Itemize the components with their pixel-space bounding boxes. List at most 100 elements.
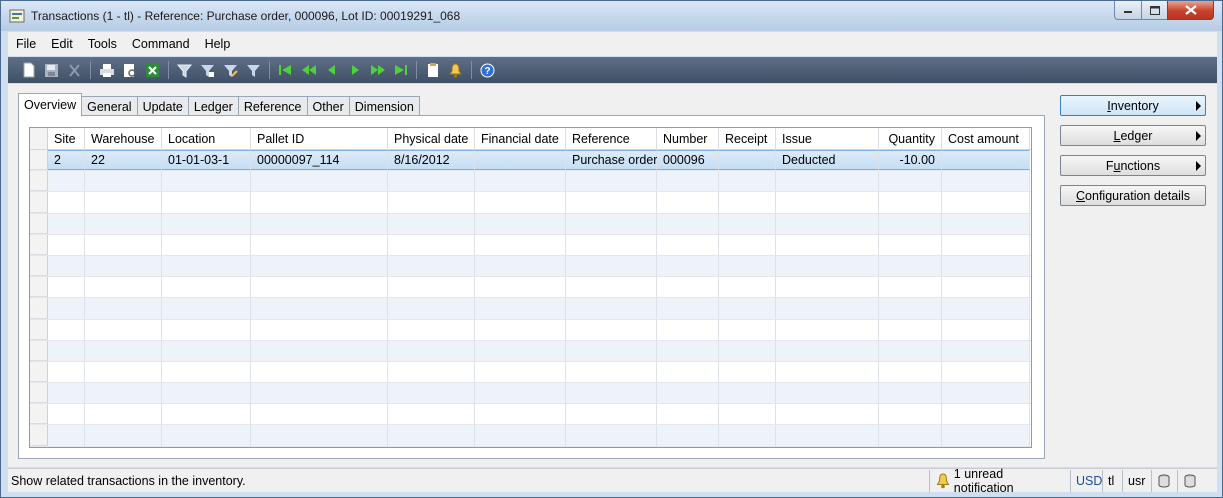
cell-warehouse[interactable] bbox=[85, 213, 162, 234]
cell-financial-date[interactable] bbox=[475, 192, 566, 213]
cell-receipt[interactable] bbox=[719, 404, 776, 425]
cell-location[interactable]: 01-01-03-1 bbox=[162, 150, 251, 171]
cell-site[interactable] bbox=[48, 234, 85, 255]
column-header-cost-amount[interactable]: Cost amount bbox=[942, 128, 1030, 150]
cell-cost-amount[interactable] bbox=[942, 404, 1030, 425]
row-selector[interactable] bbox=[30, 277, 48, 298]
row-selector[interactable] bbox=[30, 383, 48, 404]
table-row[interactable] bbox=[30, 361, 1031, 384]
cell-financial-date[interactable] bbox=[475, 361, 566, 383]
cell-quantity[interactable] bbox=[879, 361, 942, 383]
cell-physical-date[interactable] bbox=[388, 277, 475, 298]
cell-warehouse[interactable] bbox=[85, 383, 162, 404]
cell-receipt[interactable] bbox=[719, 234, 776, 255]
cell-physical-date[interactable] bbox=[388, 213, 475, 234]
table-row[interactable] bbox=[30, 171, 1031, 193]
cell-quantity[interactable] bbox=[879, 234, 942, 255]
cell-site[interactable] bbox=[48, 171, 85, 192]
menu-tools[interactable]: Tools bbox=[88, 37, 117, 51]
cell-number[interactable] bbox=[657, 234, 719, 255]
cell-warehouse[interactable] bbox=[85, 171, 162, 192]
title-bar[interactable]: Transactions (1 - tl) - Reference: Purch… bbox=[1, 1, 1222, 31]
row-selector[interactable] bbox=[30, 255, 48, 277]
filter-icon[interactable] bbox=[174, 60, 195, 80]
cell-location[interactable] bbox=[162, 361, 251, 383]
print-icon[interactable] bbox=[96, 60, 117, 80]
cell-reference[interactable] bbox=[566, 319, 657, 340]
cell-issue[interactable] bbox=[776, 213, 879, 234]
row-selector[interactable] bbox=[30, 319, 48, 340]
cell-financial-date[interactable] bbox=[475, 340, 566, 361]
cell-location[interactable] bbox=[162, 255, 251, 277]
cell-warehouse[interactable] bbox=[85, 234, 162, 255]
column-header-warehouse[interactable]: Warehouse bbox=[85, 128, 162, 150]
server-icon[interactable] bbox=[1177, 470, 1203, 492]
cell-number[interactable] bbox=[657, 171, 719, 192]
cell-number[interactable] bbox=[657, 340, 719, 361]
cell-pallet-id[interactable] bbox=[251, 171, 388, 192]
cell-quantity[interactable] bbox=[879, 213, 942, 234]
tab-dimension[interactable]: Dimension bbox=[348, 96, 420, 116]
functions-button[interactable]: Functions bbox=[1060, 155, 1206, 176]
cell-pallet-id[interactable] bbox=[251, 319, 388, 340]
cell-number[interactable] bbox=[657, 383, 719, 404]
cell-receipt[interactable] bbox=[719, 383, 776, 404]
table-row[interactable] bbox=[30, 234, 1031, 256]
cell-location[interactable] bbox=[162, 234, 251, 255]
cell-pallet-id[interactable] bbox=[251, 404, 388, 425]
cell-location[interactable] bbox=[162, 319, 251, 340]
configuration-details-button[interactable]: Configuration details bbox=[1060, 185, 1206, 206]
ledger-button[interactable]: Ledger bbox=[1060, 125, 1206, 146]
cell-site[interactable] bbox=[48, 277, 85, 298]
cell-warehouse[interactable]: 22 bbox=[85, 150, 162, 171]
cell-reference[interactable] bbox=[566, 234, 657, 255]
cell-reference[interactable] bbox=[566, 277, 657, 298]
cell-financial-date[interactable] bbox=[475, 234, 566, 255]
cell-site[interactable] bbox=[48, 298, 85, 319]
column-header-issue[interactable]: Issue bbox=[776, 128, 879, 150]
cell-reference[interactable] bbox=[566, 425, 657, 446]
cell-warehouse[interactable] bbox=[85, 277, 162, 298]
select-all-cell[interactable] bbox=[30, 128, 48, 149]
cell-cost-amount[interactable] bbox=[942, 150, 1030, 171]
cell-issue[interactable] bbox=[776, 425, 879, 446]
cell-physical-date[interactable] bbox=[388, 298, 475, 319]
cell-number[interactable] bbox=[657, 404, 719, 425]
cell-site[interactable] bbox=[48, 361, 85, 383]
cell-issue[interactable] bbox=[776, 298, 879, 319]
cell-cost-amount[interactable] bbox=[942, 171, 1030, 192]
cell-cost-amount[interactable] bbox=[942, 298, 1030, 319]
cell-cost-amount[interactable] bbox=[942, 319, 1030, 340]
cell-reference[interactable]: Purchase order bbox=[566, 150, 657, 171]
next-record-icon[interactable] bbox=[344, 60, 365, 80]
cell-pallet-id[interactable] bbox=[251, 277, 388, 298]
cell-issue[interactable] bbox=[776, 255, 879, 277]
cell-physical-date[interactable] bbox=[388, 404, 475, 425]
cell-number[interactable] bbox=[657, 298, 719, 319]
cell-reference[interactable] bbox=[566, 171, 657, 192]
save-icon[interactable] bbox=[41, 60, 62, 80]
column-header-site[interactable]: Site bbox=[48, 128, 85, 150]
cell-quantity[interactable] bbox=[879, 171, 942, 192]
tab-overview[interactable]: Overview bbox=[18, 93, 83, 116]
row-selector[interactable] bbox=[30, 171, 48, 192]
cell-warehouse[interactable] bbox=[85, 298, 162, 319]
column-header-quantity[interactable]: Quantity bbox=[879, 128, 942, 150]
cell-quantity[interactable] bbox=[879, 277, 942, 298]
cell-issue[interactable] bbox=[776, 404, 879, 425]
tab-other[interactable]: Other bbox=[306, 96, 350, 116]
cell-number[interactable] bbox=[657, 213, 719, 234]
cell-number[interactable] bbox=[657, 192, 719, 213]
column-header-location[interactable]: Location bbox=[162, 128, 251, 150]
table-row[interactable]: 2 22 01-01-03-1 00000097_114 8/16/2012 Purcha… bbox=[30, 150, 1031, 172]
menu-file[interactable]: File bbox=[16, 37, 36, 51]
cell-location[interactable] bbox=[162, 404, 251, 425]
cell-quantity[interactable] bbox=[879, 255, 942, 277]
currency-indicator[interactable]: USD bbox=[1070, 470, 1102, 492]
cell-location[interactable] bbox=[162, 213, 251, 234]
row-selector[interactable] bbox=[30, 340, 48, 361]
cell-cost-amount[interactable] bbox=[942, 213, 1030, 234]
tab-reference[interactable]: Reference bbox=[237, 96, 308, 116]
export-excel-icon[interactable] bbox=[142, 60, 163, 80]
remove-filter-icon[interactable] bbox=[243, 60, 264, 80]
